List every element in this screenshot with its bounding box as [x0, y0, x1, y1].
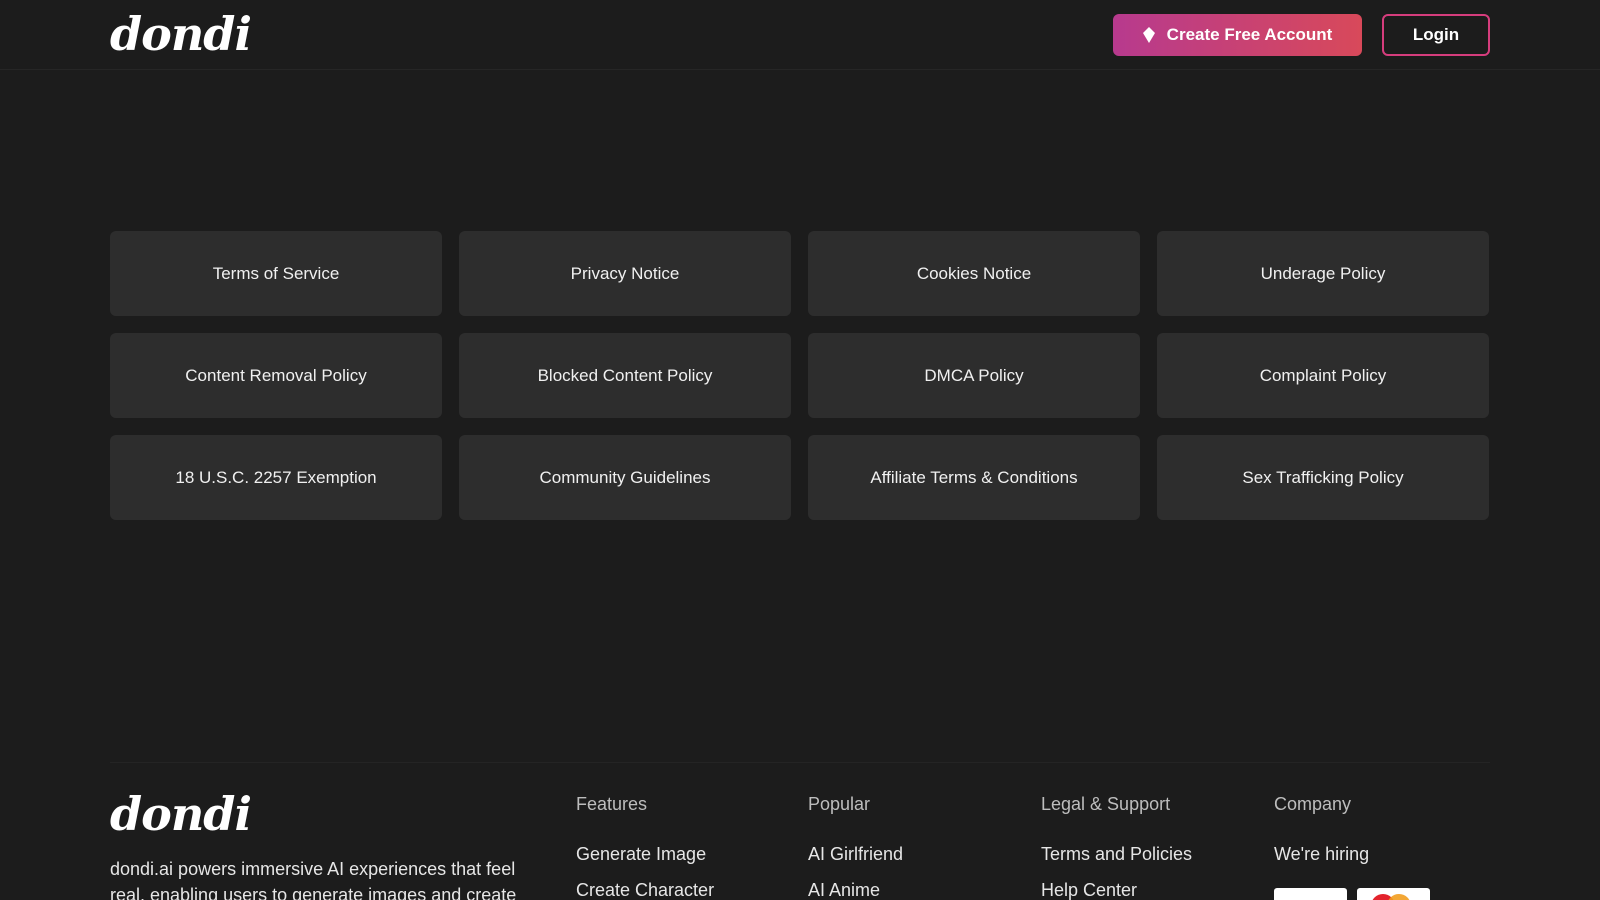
policy-card-affiliate-terms[interactable]: Affiliate Terms & Conditions [808, 435, 1140, 520]
policy-card-community-guidelines[interactable]: Community Guidelines [459, 435, 791, 520]
footer-column-title: Features [576, 794, 648, 814]
top-navbar: dondi Create Free Account Login [0, 0, 1600, 70]
page: dondi Create Free Account Login Terms of… [0, 0, 1600, 900]
policy-card-underage-policy[interactable]: Underage Policy [1157, 231, 1489, 316]
diamond-icon [1142, 27, 1155, 43]
create-free-account-label: Create Free Account [1166, 25, 1333, 44]
mastercard-icon [1357, 888, 1430, 900]
mastercard-orange-circle [1387, 894, 1411, 900]
footer-column-company: Company We're hiring [1274, 793, 1369, 879]
policy-card-complaint[interactable]: Complaint Policy [1157, 333, 1489, 418]
footer-link-ai-girlfriend[interactable]: AI Girlfriend [808, 843, 903, 865]
login-label: Login [1412, 25, 1460, 44]
policy-card-terms-of-service[interactable]: Terms of Service [110, 231, 442, 316]
policy-card-dmca[interactable]: DMCA Policy [808, 333, 1140, 418]
policy-grid: Terms of Service Privacy Notice Cookies … [110, 231, 1490, 520]
footer-description: dondi.ai powers immersive AI experiences… [110, 859, 517, 900]
policy-card-sex-trafficking[interactable]: Sex Trafficking Policy [1157, 435, 1489, 520]
create-free-account-button[interactable]: Create Free Account [1113, 14, 1362, 56]
logo[interactable]: dondi [110, 6, 252, 62]
policy-card-privacy-notice[interactable]: Privacy Notice [459, 231, 791, 316]
footer-link-terms-and-policies[interactable]: Terms and Policies [1041, 843, 1192, 865]
footer-logo[interactable]: dondi [110, 786, 252, 842]
visa-card-icon [1274, 888, 1347, 900]
footer-link-generate-image[interactable]: Generate Image [576, 843, 714, 865]
footer-link-were-hiring[interactable]: We're hiring [1274, 843, 1369, 865]
policy-card-blocked-content[interactable]: Blocked Content Policy [459, 333, 791, 418]
footer-link-help-center[interactable]: Help Center [1041, 879, 1192, 900]
footer-column-title: Company [1274, 794, 1352, 814]
login-button[interactable]: Login [1382, 14, 1490, 56]
footer-column-title: Popular [808, 794, 871, 814]
policy-card-content-removal[interactable]: Content Removal Policy [110, 333, 442, 418]
policy-card-2257-exemption[interactable]: 18 U.S.C. 2257 Exemption [110, 435, 442, 520]
footer-divider [110, 762, 1490, 763]
footer-column-title: Legal & Support [1041, 794, 1171, 814]
policy-card-cookies-notice[interactable]: Cookies Notice [808, 231, 1140, 316]
footer-link-create-character[interactable]: Create Character [576, 879, 714, 900]
footer-column-features: Features Generate Image Create Character [576, 793, 714, 900]
footer-link-ai-anime[interactable]: AI Anime [808, 879, 903, 900]
footer-column-popular: Popular AI Girlfriend AI Anime [808, 793, 903, 900]
footer-column-legal-support: Legal & Support Terms and Policies Help … [1041, 793, 1192, 900]
